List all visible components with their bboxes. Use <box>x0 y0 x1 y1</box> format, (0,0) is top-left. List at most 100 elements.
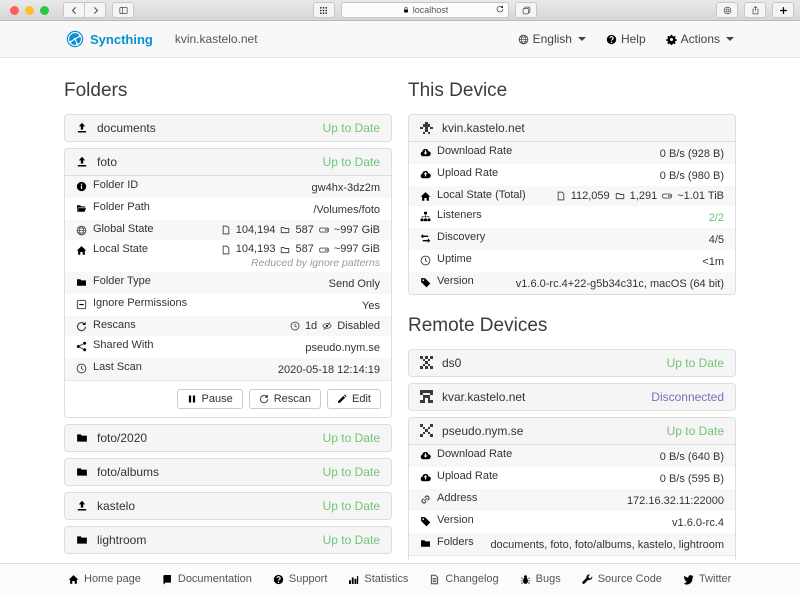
navbar-item-english[interactable]: English <box>518 32 586 46</box>
rescan-button[interactable]: Rescan <box>249 389 321 409</box>
forward-button[interactable] <box>84 2 106 18</box>
detail-value: 2020-05-18 12:14:19 <box>278 363 380 378</box>
folder-panel-header[interactable]: fotoUp to Date <box>65 149 391 176</box>
this-device-panel-header[interactable]: kvin.kastelo.net <box>409 115 735 142</box>
detail-label: Rescans <box>76 318 136 333</box>
footer-link-label: Statistics <box>364 573 408 585</box>
reload-icon[interactable] <box>496 5 504 13</box>
minimize-window-button[interactable] <box>25 6 34 15</box>
detail-value-segment: 587 <box>295 223 313 238</box>
detail-label: Version <box>420 513 474 528</box>
remote-device-panel-header[interactable]: pseudo.nym.seUp to Date <box>409 418 735 445</box>
footer-link-label: Source Code <box>598 573 662 585</box>
share-button[interactable] <box>744 2 766 18</box>
chevron-left-icon <box>70 6 79 15</box>
footer-link-bugs[interactable]: Bugs <box>520 573 561 585</box>
plus-icon <box>779 6 788 15</box>
folder-icon <box>76 432 88 444</box>
home-icon <box>420 190 431 201</box>
address-bar[interactable]: localhost <box>341 2 510 18</box>
folder-panel: foto/2020Up to Date <box>64 424 392 452</box>
device-identicon <box>420 356 433 369</box>
remote-device-panel-header[interactable]: kvar.kastelo.netDisconnected <box>409 384 735 410</box>
folders-title: Folders <box>64 80 392 102</box>
detail-row: Global State104,194587~997 GiB <box>65 220 391 240</box>
detail-label: Local State (Total) <box>420 188 526 203</box>
this-device-title: This Device <box>408 80 736 102</box>
book-icon <box>162 574 173 585</box>
favorites-grid-button[interactable] <box>313 2 335 18</box>
extension-icon <box>723 6 732 15</box>
folder-outline-icon <box>280 225 290 235</box>
hdd-icon <box>319 225 329 235</box>
folder-icon <box>76 534 88 546</box>
detail-value: 104,194587~997 GiB <box>221 223 380 238</box>
new-tab-button[interactable] <box>772 2 794 18</box>
detail-value-segment: 0 B/s (980 B) <box>660 169 724 184</box>
folder-panel-header[interactable]: lightroomUp to Date <box>65 527 391 553</box>
status-badge: Up to Date <box>323 533 380 547</box>
detail-row: Uptime<1m <box>409 250 735 272</box>
navbar-item-help[interactable]: Help <box>606 32 646 46</box>
footer-link-documentation[interactable]: Documentation <box>162 573 252 585</box>
folder-panel: foto/albumsUp to Date <box>64 458 392 486</box>
caret-down-icon <box>726 37 734 41</box>
footer-link-source-code[interactable]: Source Code <box>582 573 662 585</box>
footer-link-support[interactable]: Support <box>273 573 328 585</box>
folders-list: documentsUp to DatefotoUp to DateFolder … <box>64 114 392 554</box>
app-navbar: Syncthing kvin.kastelo.net EnglishHelpAc… <box>0 21 800 58</box>
remote-device-panel-header[interactable]: ds0Up to Date <box>409 350 735 376</box>
twitter-icon <box>683 574 694 585</box>
footer-link-changelog[interactable]: Changelog <box>429 573 498 585</box>
detail-row: Last Scan2020-05-18 12:14:19 <box>65 358 391 380</box>
folder-panel: kasteloUp to Date <box>64 492 392 520</box>
question-circle-icon <box>606 34 617 45</box>
detail-label: Listeners <box>420 208 482 223</box>
close-window-button[interactable] <box>10 6 19 15</box>
eye-slash-icon <box>322 321 332 331</box>
detail-label: Folder Path <box>76 200 150 215</box>
footer-link-statistics[interactable]: Statistics <box>348 573 408 585</box>
detail-value-segment: 1d <box>305 319 317 334</box>
detail-value: /Volumes/foto <box>313 203 380 218</box>
folder-panel-header[interactable]: foto/2020Up to Date <box>65 425 391 451</box>
footer-link-label: Home page <box>84 573 141 585</box>
folder-panel-header[interactable]: foto/albumsUp to Date <box>65 459 391 485</box>
this-device-panel-wrap: kvin.kastelo.netDownload Rate0 B/s (928 … <box>408 114 736 295</box>
detail-value-segment: 0 B/s (595 B) <box>660 472 724 487</box>
zoom-window-button[interactable] <box>40 6 49 15</box>
syncthing-logo-icon <box>66 30 84 48</box>
detail-label: Download Rate <box>420 144 512 159</box>
folder-name: documents <box>97 121 156 135</box>
detail-value: gw4hx-3dz2m <box>312 181 380 196</box>
footer-link-home-page[interactable]: Home page <box>68 573 141 585</box>
detail-row: Ignore PermissionsYes <box>65 294 391 316</box>
cloud-download-icon <box>420 146 431 157</box>
navbar-item-label: English <box>533 32 572 46</box>
edit-button[interactable]: Edit <box>327 389 381 409</box>
folder-panel-header[interactable]: kasteloUp to Date <box>65 493 391 519</box>
detail-value-segment: v1.6.0-rc.4+22-g5b34c31c, macOS (64 bit) <box>516 277 724 292</box>
status-badge: Up to Date <box>323 155 380 169</box>
cloud-download-icon <box>420 449 431 460</box>
detail-value-segment: gw4hx-3dz2m <box>312 181 380 196</box>
file-icon <box>221 225 231 235</box>
window-controls <box>10 6 49 15</box>
folder-panel-header[interactable]: documentsUp to Date <box>65 115 391 141</box>
navbar-item-actions[interactable]: Actions <box>666 32 734 46</box>
detail-label: Upload Rate <box>420 166 498 181</box>
remote-device-name: ds0 <box>442 356 461 370</box>
extension-button[interactable] <box>716 2 738 18</box>
detail-note: Reduced by ignore patterns <box>76 257 380 270</box>
sidebar-toggle-button[interactable] <box>112 2 134 18</box>
footer-link-twitter[interactable]: Twitter <box>683 573 731 585</box>
detail-label: Upload Rate <box>420 469 498 484</box>
detail-value-segment: ~997 GiB <box>334 223 380 238</box>
upload-icon <box>76 156 88 168</box>
home-icon <box>68 574 79 585</box>
tab-overview-button[interactable] <box>515 2 537 18</box>
syncthing-brand[interactable]: Syncthing <box>66 30 153 48</box>
back-button[interactable] <box>63 2 84 18</box>
bar-chart-icon <box>348 574 359 585</box>
pause-button[interactable]: Pause <box>177 389 243 409</box>
